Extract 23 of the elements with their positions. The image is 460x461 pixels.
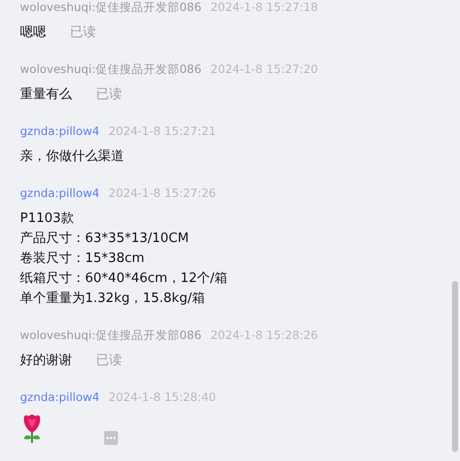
sender-name: gznda:pillow4 bbox=[20, 124, 100, 138]
scrollbar[interactable] bbox=[452, 281, 458, 452]
message-text: P1103款 产品尺寸：63*35*13/10CM 卷装尺寸：15*38cm 纸箱尺寸：60*40*46cm，12个/箱 单个重量为1.32kg，15.8kg/箱 bbox=[20, 210, 228, 308]
message-text: 嗯嗯 bbox=[20, 24, 46, 42]
message-time: 2024-1-8 15:28:40 bbox=[108, 390, 216, 404]
message-text: 重量有么 bbox=[20, 86, 72, 104]
message-text: 好的谢谢 bbox=[20, 352, 72, 370]
more-button[interactable] bbox=[104, 431, 118, 445]
sender-name: gznda:pillow4 bbox=[20, 186, 100, 200]
sender-name: woloveshuqi:促佳搜品开发部086 bbox=[20, 0, 202, 14]
read-status: 已读 bbox=[96, 86, 122, 104]
message-time: 2024-1-8 15:27:18 bbox=[210, 0, 318, 14]
message-time: 2024-1-8 15:27:26 bbox=[108, 186, 216, 200]
sender-name: woloveshuqi:促佳搜品开发部086 bbox=[20, 328, 202, 342]
message-time: 2024-1-8 15:27:20 bbox=[210, 62, 318, 76]
read-status: 已读 bbox=[70, 24, 96, 42]
more-icon bbox=[106, 436, 116, 440]
message-text: 亲，你做什么渠道 bbox=[20, 148, 124, 166]
read-status: 已读 bbox=[96, 352, 122, 370]
message-time: 2024-1-8 15:27:21 bbox=[108, 124, 216, 138]
message-time: 2024-1-8 15:28:26 bbox=[210, 328, 318, 342]
sender-name: gznda:pillow4 bbox=[20, 390, 100, 404]
sender-name: woloveshuqi:促佳搜品开发部086 bbox=[20, 62, 202, 76]
